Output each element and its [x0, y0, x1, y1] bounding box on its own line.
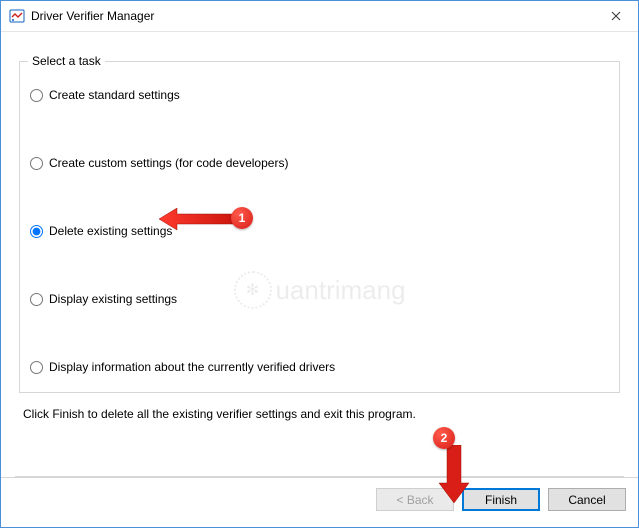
annotation-arrow-2 — [433, 445, 475, 503]
radio-input[interactable] — [30, 157, 43, 170]
close-icon — [611, 11, 621, 21]
group-legend: Select a task — [28, 54, 105, 68]
radio-input[interactable] — [30, 361, 43, 374]
radio-label: Create standard settings — [49, 88, 180, 102]
radio-label: Delete existing settings — [49, 224, 172, 238]
dialog-content: Select a task Create standard settings C… — [1, 32, 638, 478]
window-title: Driver Verifier Manager — [31, 9, 593, 23]
radio-label: Display existing settings — [49, 292, 177, 306]
button-bar: < Back Finish Cancel — [1, 477, 638, 527]
radio-input[interactable] — [30, 293, 43, 306]
radio-create-standard[interactable]: Create standard settings — [30, 88, 611, 102]
annotation-badge-2: 2 — [433, 427, 455, 449]
radio-delete-existing[interactable]: Delete existing settings — [30, 224, 611, 238]
radio-input[interactable] — [30, 89, 43, 102]
help-text: Click Finish to delete all the existing … — [23, 407, 618, 421]
radio-create-custom[interactable]: Create custom settings (for code develop… — [30, 156, 611, 170]
task-group: Select a task Create standard settings C… — [19, 54, 620, 393]
dialog-window: Driver Verifier Manager Select a task Cr… — [0, 0, 639, 528]
annotation-badge-1: 1 — [231, 207, 253, 229]
cancel-button[interactable]: Cancel — [548, 488, 626, 511]
radio-label: Display information about the currently … — [49, 360, 335, 374]
radio-input[interactable] — [30, 225, 43, 238]
radio-display-info[interactable]: Display information about the currently … — [30, 360, 611, 374]
app-icon — [9, 8, 25, 24]
radio-display-existing[interactable]: Display existing settings — [30, 292, 611, 306]
titlebar: Driver Verifier Manager — [1, 1, 638, 32]
radio-label: Create custom settings (for code develop… — [49, 156, 288, 170]
close-button[interactable] — [593, 1, 638, 31]
